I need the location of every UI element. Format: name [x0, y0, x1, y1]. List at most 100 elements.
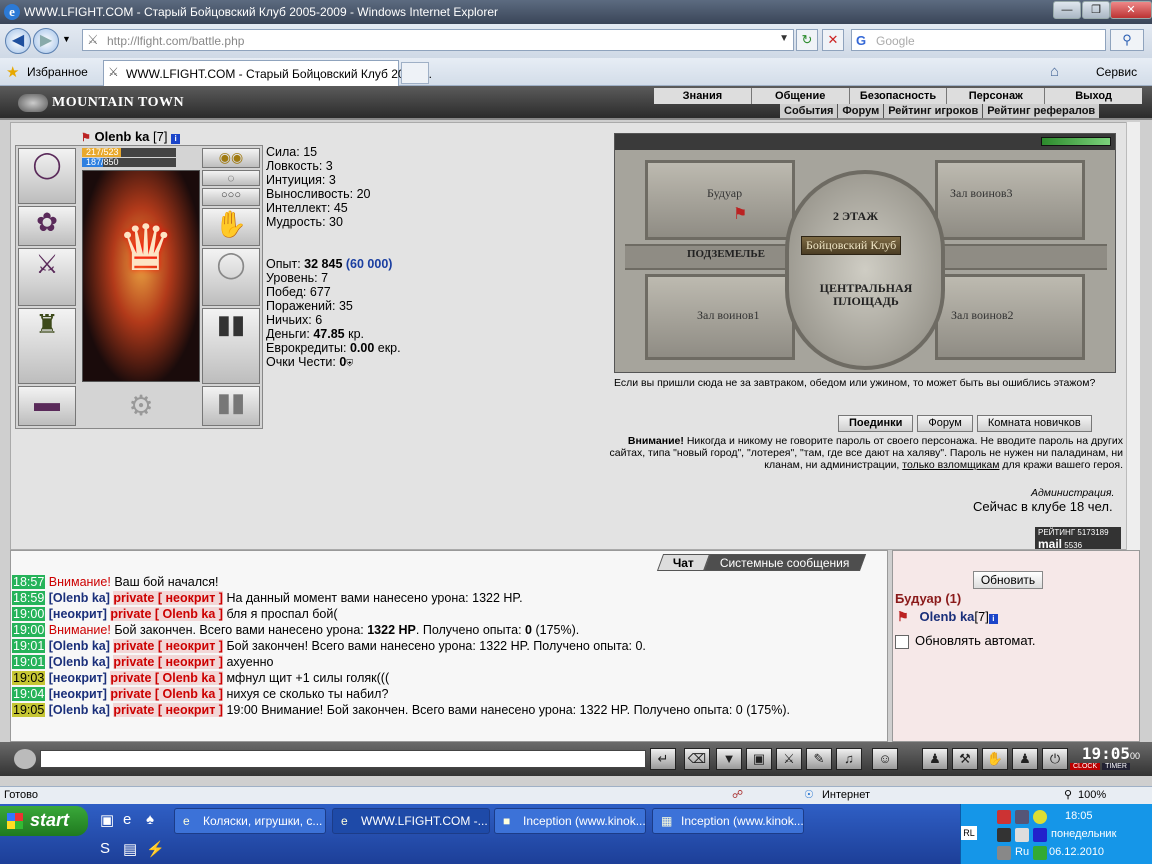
chat-nick[interactable]: [неокрит] [49, 687, 107, 701]
character-name[interactable]: ⚑ Olenb ka [7] i [81, 129, 181, 144]
private-icon[interactable]: ✎ [806, 748, 832, 770]
search-box[interactable]: G Google [851, 29, 1106, 51]
chat-time[interactable]: 19:04 [12, 687, 46, 701]
rings-slot-icon[interactable]: ○○○ [202, 188, 260, 206]
taskbar-item-2[interactable]: e WWW.LFIGHT.COM -... [332, 808, 490, 834]
map-label-boudoir[interactable]: Будуар [707, 186, 742, 201]
url-dropdown-icon[interactable]: ▼ [779, 33, 789, 44]
search-placeholder[interactable]: Google [876, 34, 915, 48]
taskbar-item-4[interactable]: ▦ Inception (www.kinok... [652, 808, 804, 834]
chat-private[interactable]: private [ неокрит ] [113, 639, 223, 653]
chat-private[interactable]: private [ Olenb ka ] [110, 687, 223, 701]
tray-time[interactable]: 18:05 [1065, 810, 1093, 822]
menu-character[interactable]: Персонаж [947, 88, 1046, 104]
submenu-events[interactable]: События [780, 104, 839, 118]
belt-slot-icon[interactable]: ▬ [18, 386, 76, 426]
map-label-central-square[interactable]: ЦЕНТРАЛЬНАЯ ПЛОЩАДЬ [811, 282, 921, 308]
chat-time[interactable]: 19:00 [12, 623, 46, 637]
newbie-room-button[interactable]: Комната новичков [976, 415, 1092, 432]
zoom-level[interactable]: 100% [1078, 789, 1106, 801]
quicklaunch-doc-icon[interactable]: ▤ [123, 840, 137, 858]
character-name-text[interactable]: Olenb ka [95, 129, 150, 144]
auto-refresh[interactable]: Обновлять автомат. [895, 633, 1035, 649]
quicklaunch-tool-icon[interactable]: ⚡ [146, 840, 165, 858]
eraser-icon[interactable]: ⌫ [684, 748, 710, 770]
rating-counter[interactable]: РЕЙТИНГ 5173189 mail 5536 [1035, 527, 1121, 551]
sound-icon[interactable]: ♫ [836, 748, 862, 770]
taskbar-item-3[interactable]: ■ Inception (www.kinok... [494, 808, 646, 834]
shield-slot-icon[interactable]: ◯ [202, 248, 260, 306]
refresh-icon[interactable]: ↻ [796, 29, 818, 51]
url-field[interactable]: ⚔ http://lfight.com/battle.php ▼ [82, 29, 794, 51]
exit-icon[interactable]: ⏻ [1042, 748, 1068, 770]
room-center-hall[interactable] [785, 170, 945, 370]
minimize-button[interactable]: — [1053, 1, 1081, 19]
submenu-forum[interactable]: Форум [838, 104, 885, 118]
favorites-star-icon[interactable]: ★ [6, 63, 19, 81]
tray-network-icon[interactable] [1015, 810, 1029, 824]
inventory-icon[interactable]: ⚒ [952, 748, 978, 770]
taskbar-item-1[interactable]: e Коляски, игрушки, с... [174, 808, 326, 834]
menu-knowledge[interactable]: Знания [654, 88, 752, 104]
save-icon[interactable]: ▣ [746, 748, 772, 770]
forum-button[interactable]: Форум [917, 415, 973, 432]
hand-icon[interactable]: ✋ [982, 748, 1008, 770]
stop-icon[interactable]: ✕ [822, 29, 844, 51]
tray-language-icon[interactable]: Ru [1015, 846, 1029, 858]
refresh-button[interactable]: Обновить [973, 571, 1043, 589]
pants-slot-icon[interactable]: ▮▮ [202, 308, 260, 384]
earrings-slot-icon[interactable]: ✿ [18, 206, 76, 246]
room-user-name[interactable]: Olenb ka [920, 609, 975, 624]
chat-nick[interactable]: [Olenb ka] [49, 655, 110, 669]
quicklaunch-app-icon[interactable]: ♠ [146, 811, 154, 828]
duels-button[interactable]: Поединки [838, 415, 914, 432]
url-text[interactable]: http://lfight.com/battle.php [107, 34, 244, 48]
forward-button[interactable]: ▶ [33, 28, 59, 54]
main-scrollbar[interactable] [1126, 122, 1140, 550]
chat-private[interactable]: private [ неокрит ] [113, 591, 223, 605]
timer-label[interactable]: TIMER [1102, 763, 1130, 770]
close-button[interactable]: ✕ [1110, 1, 1152, 19]
service-menu[interactable]: Сервис [1096, 65, 1137, 79]
tray-opera-icon[interactable] [1033, 810, 1047, 824]
quicklaunch-skype-icon[interactable]: S [100, 840, 110, 857]
chat-private[interactable]: private [ неокрит ] [113, 703, 223, 717]
chat-private[interactable]: private [ Olenb ka ] [110, 671, 223, 685]
info-icon[interactable]: i [988, 614, 998, 624]
chat-nick[interactable]: [Olenb ka] [49, 591, 110, 605]
chat-private[interactable]: private [ Olenb ka ] [110, 607, 223, 621]
character-portrait[interactable]: ♛ [82, 170, 200, 382]
back-button[interactable]: ◀ [5, 28, 31, 54]
tab-title[interactable]: WWW.LFIGHT.COM - Старый Бойцовский Клуб … [126, 67, 432, 81]
fighter-icon[interactable]: ⚔ [776, 748, 802, 770]
chat-nick[interactable]: [Olenb ka] [49, 639, 110, 653]
home-icon[interactable]: ⌂ [1050, 63, 1059, 80]
chat-time[interactable]: 18:57 [12, 575, 46, 589]
amulet-slot-icon[interactable]: ◯ [18, 148, 76, 204]
tray-player-icon[interactable] [1033, 828, 1047, 842]
person-icon[interactable]: ♟ [922, 748, 948, 770]
favorites-button[interactable]: Избранное [27, 65, 88, 79]
room-user[interactable]: ⚑ Olenb ka[7] i [897, 609, 998, 625]
menu-security[interactable]: Безопасность [850, 88, 948, 104]
tab-system-messages[interactable]: Системные сообщения [703, 554, 866, 571]
chat-time[interactable]: 18:59 [12, 591, 46, 605]
tray-app-icon[interactable] [997, 810, 1011, 824]
map-label-dungeon[interactable]: ПОДЗЕМЕЛЬЕ [687, 248, 765, 260]
chat-nick[interactable]: [Olenb ka] [49, 703, 110, 717]
chat-time[interactable]: 19:01 [12, 655, 46, 669]
chat-time[interactable]: 19:03 [12, 671, 46, 685]
map-label-fight-club[interactable]: Бойцовский Клуб [801, 236, 902, 255]
warning-link[interactable]: только взломщикам [902, 459, 999, 471]
quicklaunch-desktop-icon[interactable]: ▣ [100, 811, 114, 829]
map-label-floor2[interactable]: 2 ЭТАЖ [833, 209, 878, 224]
tray-media-icon[interactable] [997, 828, 1011, 842]
language-indicator[interactable]: RL [961, 826, 977, 840]
tray-disk-icon[interactable] [1015, 828, 1029, 842]
tray-nvidia-icon[interactable] [1033, 846, 1047, 860]
bracelet-slot-icon[interactable]: ◌ [202, 170, 260, 186]
filter-icon[interactable]: ▼ [716, 748, 742, 770]
chat-time[interactable]: 19:05 [12, 703, 46, 717]
map-label-warriors2[interactable]: Зал воинов2 [951, 308, 1014, 323]
menu-exit[interactable]: Выход [1045, 88, 1142, 104]
